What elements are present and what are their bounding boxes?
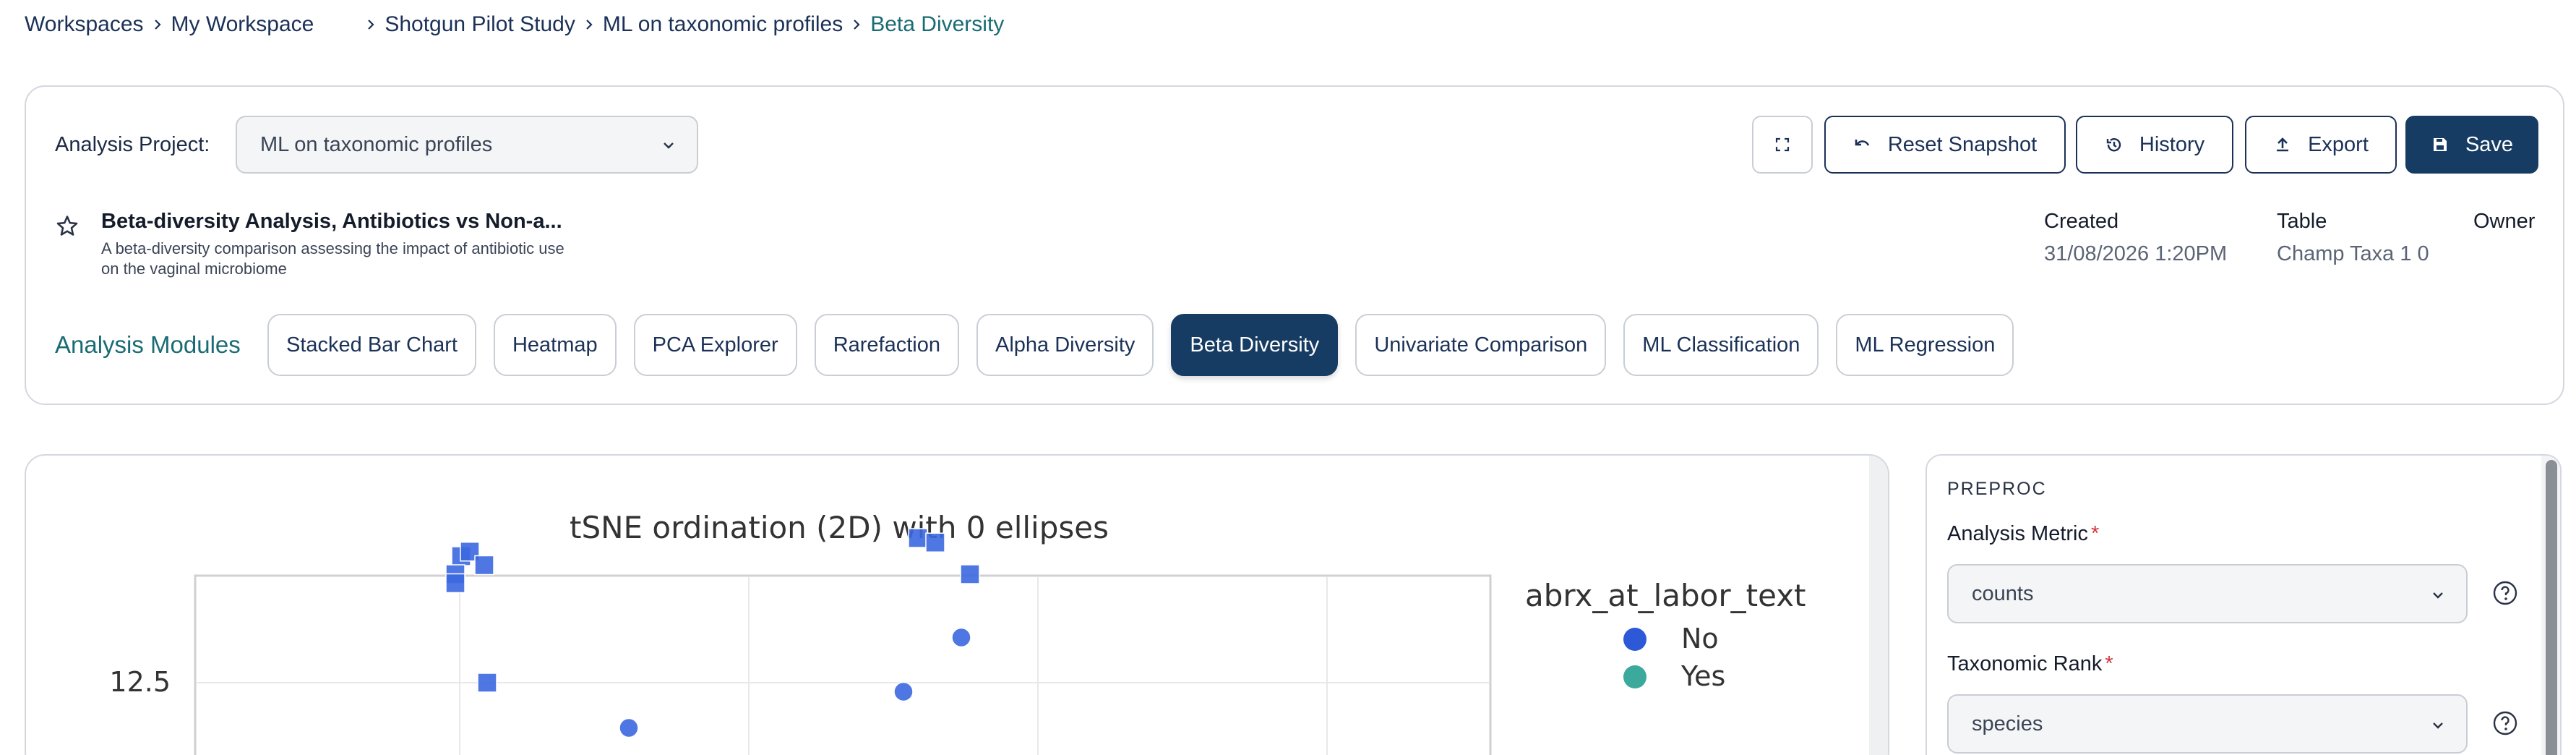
legend-label-yes: Yes: [1680, 660, 1725, 692]
data-point-square: [474, 555, 494, 576]
data-point-square: [925, 532, 945, 553]
project-label: Analysis Project:: [55, 133, 210, 156]
data-point-circle: [893, 681, 914, 702]
reset-snapshot-button[interactable]: Reset Snapshot: [1824, 116, 2066, 174]
owner-label: Owner: [2473, 210, 2536, 233]
save-icon: [2433, 138, 2447, 151]
table-label: Table: [2277, 210, 2327, 233]
plot-area: [194, 574, 1492, 755]
preproc-header: PREPROC: [1947, 479, 2047, 499]
export-button[interactable]: Export: [2245, 116, 2397, 174]
breadcrumb-workspaces[interactable]: Workspaces: [25, 12, 144, 37]
required-marker: *: [2105, 652, 2113, 675]
chevron-right-icon: [575, 19, 603, 30]
owner-meta: Owner: [2473, 210, 2535, 234]
data-point-circle: [619, 717, 639, 738]
tab-beta-diversity[interactable]: Beta Diversity: [1171, 314, 1339, 376]
analysis-modules-label: Analysis Modules: [55, 331, 241, 358]
ordination-chart: tSNE ordination (2D) with 0 ellipses 12.…: [109, 510, 1806, 755]
analysis-metric-label: Analysis Metric *: [1947, 522, 2099, 546]
breadcrumb-shotgun-pilot-study[interactable]: Shotgun Pilot Study: [385, 12, 575, 37]
chevron-right-icon: [144, 19, 171, 30]
required-marker: *: [2091, 522, 2100, 545]
project-select-value: ML on taxonomic profiles: [260, 132, 493, 156]
help-icon[interactable]: [2492, 710, 2518, 736]
export-label: Export: [2308, 132, 2369, 156]
analysis-metric-value: counts: [1972, 581, 2034, 605]
legend-swatch-no: [1623, 628, 1647, 651]
save-label: Save: [2465, 132, 2514, 156]
analysis-metric-label-text: Analysis Metric: [1947, 522, 2088, 545]
created-meta: Created 31/08/2026 1:20PM: [2044, 210, 2227, 266]
data-point-circle: [951, 627, 971, 648]
breadcrumb-ml-profiles[interactable]: ML on taxonomic profiles: [603, 12, 843, 37]
table-meta: Table Champ Taxa 1 0: [2277, 210, 2429, 266]
chevron-down-icon: [2433, 592, 2443, 599]
legend-title: abrx_at_labor_text: [1525, 578, 1806, 613]
created-label: Created: [2044, 210, 2119, 233]
taxonomic-rank-label: Taxonomic Rank *: [1947, 652, 2113, 676]
help-icon[interactable]: [2492, 580, 2518, 606]
preproc-panel: PREPROC Analysis Metric * counts Taxonomi…: [1925, 454, 2562, 755]
panel-scrollbar-thumb[interactable]: [2546, 460, 2557, 755]
tab-ml-regression[interactable]: ML Regression: [1836, 314, 2014, 376]
analysis-description: A beta-diversity comparison assessing th…: [101, 239, 564, 278]
chart-title: tSNE ordination (2D) with 0 ellipses: [570, 510, 1109, 545]
legend-label-no: No: [1681, 623, 1719, 654]
fullscreen-button[interactable]: [1752, 116, 1813, 174]
reset-snapshot-label: Reset Snapshot: [1887, 132, 2038, 156]
tab-alpha-diversity[interactable]: Alpha Diversity: [976, 314, 1154, 376]
history-label: History: [2139, 132, 2205, 156]
ordination-plot-card: tSNE ordination (2D) with 0 ellipses 12.…: [25, 454, 1889, 755]
tab-rarefaction[interactable]: Rarefaction: [814, 314, 960, 376]
data-point-square: [445, 573, 465, 594]
chevron-right-icon: [357, 19, 385, 30]
legend-swatch-yes: [1623, 665, 1647, 688]
y-tick-label: 12.5: [109, 666, 171, 698]
chevron-right-icon: [843, 19, 870, 30]
module-tabs: Stacked Bar Chart Heatmap PCA Explorer R…: [267, 314, 2014, 376]
taxonomic-rank-value: species: [1972, 712, 2043, 735]
table-value: Champ Taxa 1 0: [2277, 242, 2429, 265]
tab-ml-classification[interactable]: ML Classification: [1623, 314, 1819, 376]
breadcrumb-beta-diversity: Beta Diversity: [870, 12, 1005, 36]
history-icon: [2106, 138, 2121, 152]
undo-icon: [1855, 140, 1870, 146]
tab-heatmap[interactable]: Heatmap: [493, 314, 617, 376]
analysis-title: Beta-diversity Analysis, Antibiotics vs …: [101, 210, 562, 233]
upload-icon: [2277, 137, 2289, 152]
taxonomic-rank-label-text: Taxonomic Rank: [1947, 652, 2103, 675]
panel-scrollbar[interactable]: [2541, 456, 2560, 755]
tab-univariate-comparison[interactable]: Univariate Comparison: [1355, 314, 1607, 376]
data-point-square: [477, 673, 497, 693]
breadcrumb-my-workspace[interactable]: My Workspace: [171, 12, 314, 37]
plot-scrollbar[interactable]: [1869, 456, 1888, 755]
analysis-metric-select[interactable]: counts: [1947, 564, 2468, 623]
chevron-down-icon: [664, 142, 674, 149]
data-point-square: [908, 528, 928, 548]
created-value: 31/08/2026 1:20PM: [2044, 242, 2228, 265]
data-point-square: [960, 564, 980, 584]
tab-pca-explorer[interactable]: PCA Explorer: [633, 314, 797, 376]
taxonomic-rank-select[interactable]: species: [1947, 694, 2468, 754]
history-button[interactable]: History: [2076, 116, 2233, 174]
expand-icon: [1775, 137, 1790, 152]
breadcrumb: Workspaces My Workspace Shotgun Pilot St…: [25, 10, 1004, 39]
chevron-down-icon: [2433, 722, 2443, 729]
project-select[interactable]: ML on taxonomic profiles: [236, 116, 698, 174]
tab-stacked-bar-chart[interactable]: Stacked Bar Chart: [267, 314, 476, 376]
star-icon[interactable]: [55, 214, 80, 239]
save-button[interactable]: Save: [2405, 116, 2538, 174]
analysis-header-card: Analysis Project: ML on taxonomic profil…: [25, 85, 2564, 405]
